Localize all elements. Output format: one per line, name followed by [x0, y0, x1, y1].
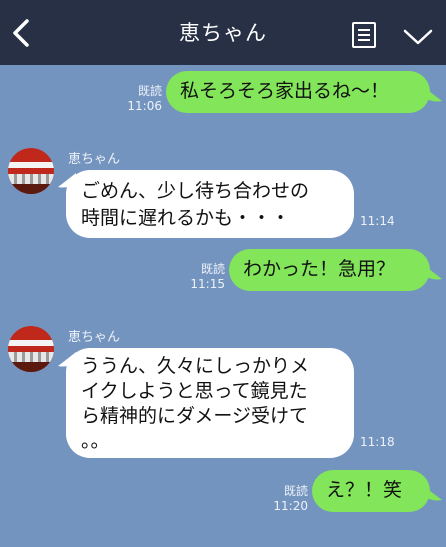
bubble-tail [424, 486, 442, 501]
message-time: 11:18 [360, 435, 395, 449]
sender-name: 恵ちゃん [68, 330, 121, 345]
message-meta: 既読 11:06 [122, 84, 162, 114]
message-bubble-in[interactable]: ごめん、少し待ち合わせの 時間に遅れるかも・・・ [66, 170, 354, 238]
message-time: 11:06 [127, 99, 162, 113]
sender-name: 恵ちゃん [68, 152, 121, 167]
message-list[interactable]: 既読 11:06 私そろそろ家出るね〜！ 恵ちゃん ごめん、少し待ち合わせの 時… [0, 65, 446, 547]
avatar[interactable] [8, 148, 54, 194]
message-time: 11:20 [273, 499, 308, 513]
message-text-line: ううん、久々にしっかりメ [81, 355, 310, 377]
message-text: 私そろそろ家出るね〜！ [180, 80, 390, 102]
bubble-tail [424, 87, 442, 102]
bubble-tail [424, 265, 442, 280]
message-text-line: ごめん、少し待ち合わせの [81, 180, 310, 202]
message-text: え？！笑 [326, 479, 403, 501]
message-text-line: ら精神的にダメージ受けて [81, 405, 309, 427]
message-bubble-out[interactable]: わかった！急用？ [229, 249, 430, 291]
chat-title: 恵ちゃん [179, 21, 267, 45]
read-receipt: 既読 [283, 484, 308, 498]
read-receipt: 既読 [200, 262, 225, 276]
message-bubble-out[interactable]: 私そろそろ家出るね〜！ [166, 71, 430, 113]
message-text: わかった！急用？ [243, 258, 396, 280]
message-time: 11:15 [190, 277, 225, 291]
chevron-down-icon[interactable] [402, 28, 434, 46]
message-meta: 既読 11:15 [185, 262, 225, 292]
message-bubble-in[interactable]: ううん、久々にしっかりメ イクしようと思って鏡見た ら精神的にダメージ受けて 。… [66, 348, 354, 458]
avatar[interactable] [8, 326, 54, 372]
notes-icon[interactable] [352, 22, 376, 48]
message-text-line: 。。 [81, 430, 110, 452]
read-receipt: 既読 [137, 84, 162, 98]
message-bubble-out[interactable]: え？！笑 [312, 470, 430, 512]
message-meta: 既読 11:20 [268, 484, 308, 514]
chat-header: 恵ちゃん [0, 0, 446, 65]
message-time: 11:14 [360, 214, 395, 228]
message-text-line: 時間に遅れるかも・・・ [81, 207, 291, 229]
message-text-line: イクしようと思って鏡見た [81, 380, 308, 402]
